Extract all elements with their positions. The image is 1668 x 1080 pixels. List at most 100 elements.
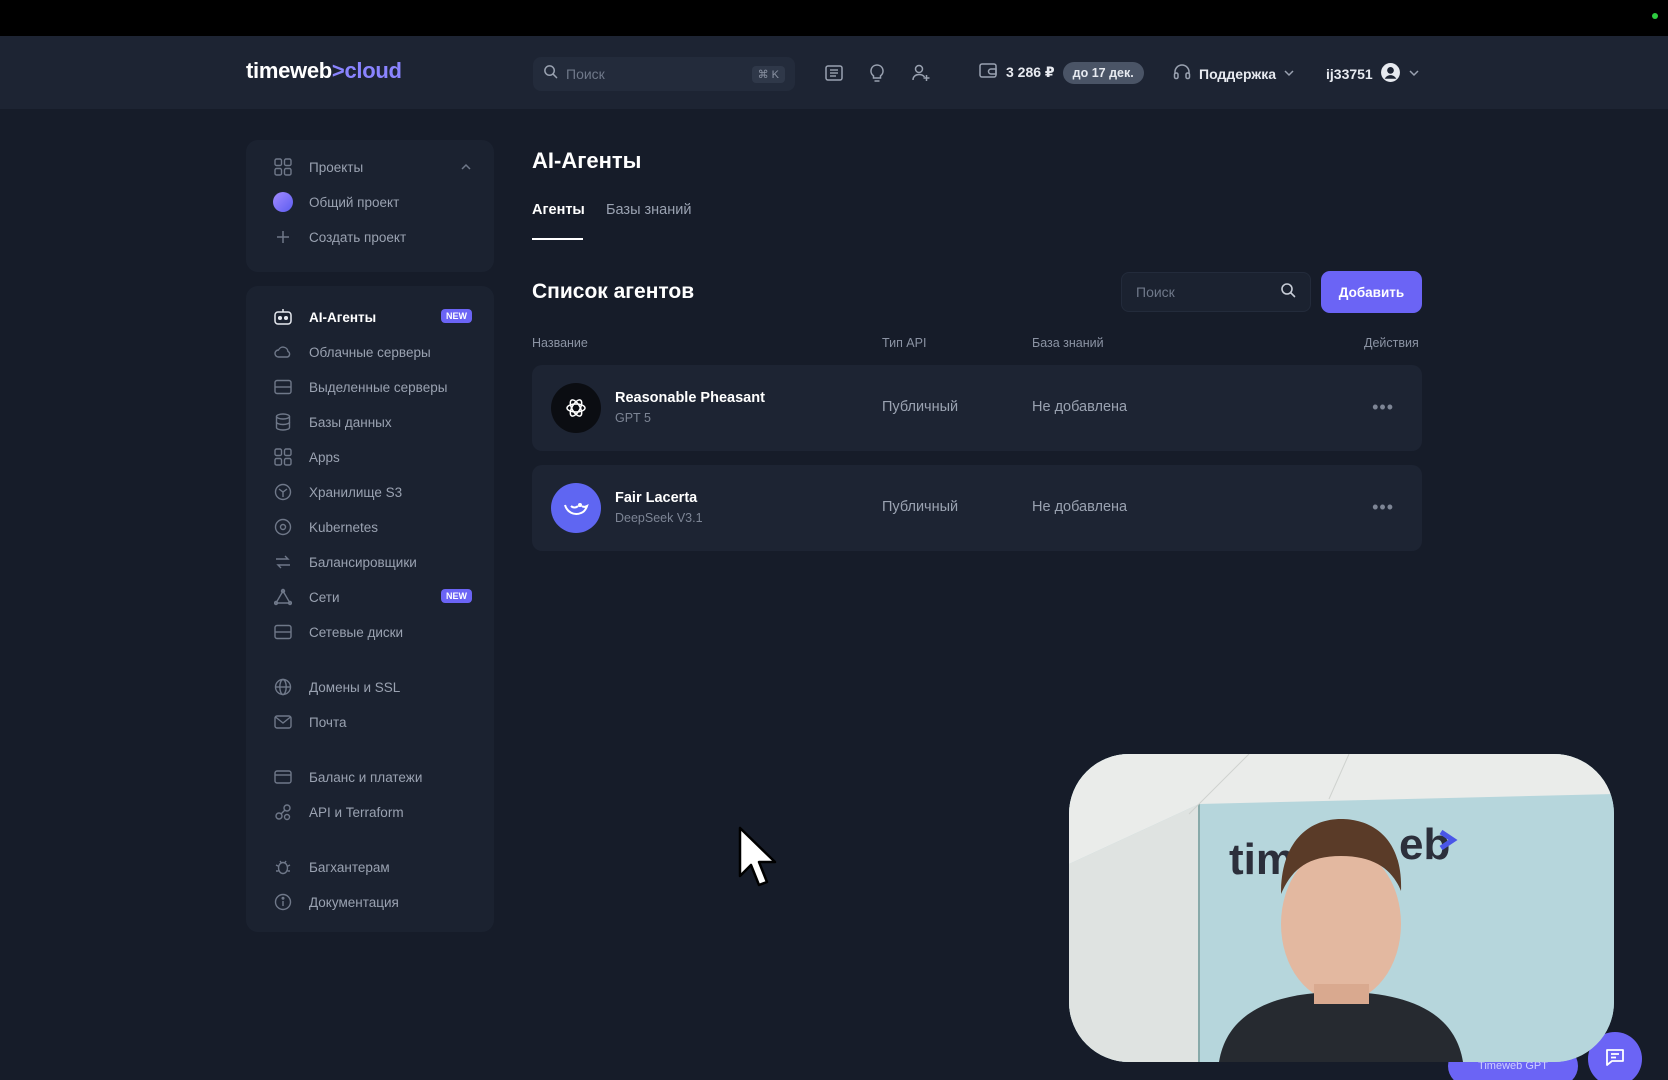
balance-until-badge: до 17 дек. — [1062, 61, 1144, 84]
sidebar-item-label: Хранилище S3 — [309, 484, 403, 500]
more-actions-icon[interactable]: ••• — [1372, 497, 1394, 518]
chevron-down-icon — [1408, 66, 1420, 82]
chat-bubble-icon — [1603, 1045, 1627, 1074]
globe-icon — [272, 676, 294, 698]
logo-text-cloud: cloud — [344, 58, 402, 83]
column-header-api-type: Тип API — [882, 336, 927, 350]
sidebar-item-apps[interactable]: Apps — [272, 446, 472, 468]
tab-knowledge-bases[interactable]: Базы знаний — [606, 202, 691, 218]
storage-icon — [272, 481, 294, 503]
sidebar-item-s3-storage[interactable]: Хранилище S3 — [272, 481, 472, 503]
sidebar-item-kubernetes[interactable]: Kubernetes — [272, 516, 472, 538]
sidebar-create-project[interactable]: Создать проект — [272, 226, 472, 248]
sidebar-item-networks[interactable]: Сети NEW — [272, 586, 472, 608]
logo[interactable]: timeweb>cloud — [246, 58, 402, 84]
sidebar-item-domains-ssl[interactable]: Домены и SSL — [272, 676, 472, 698]
wallet-icon — [272, 766, 294, 788]
column-header-actions: Действия — [1364, 336, 1419, 350]
support-menu[interactable]: Поддержка — [1172, 62, 1295, 85]
chevron-down-icon — [1283, 66, 1295, 82]
sidebar-item-dedicated-servers[interactable]: Выделенные серверы — [272, 376, 472, 398]
agents-search-input[interactable]: Поиск — [1121, 272, 1311, 312]
apps-icon — [272, 446, 294, 468]
agents-list-title: Список агентов — [532, 280, 695, 303]
projects-panel: Проекты Общий проект Создать проект — [246, 140, 494, 272]
user-avatar-icon — [1380, 62, 1401, 86]
bug-icon — [272, 856, 294, 878]
sidebar-item-bughunters[interactable]: Багхантерам — [272, 856, 472, 878]
agent-knowledge-base: Не добавлена — [1032, 399, 1128, 415]
robot-icon — [272, 306, 294, 328]
recording-indicator — [1652, 13, 1658, 19]
sidebar-item-label: Документация — [309, 894, 399, 910]
support-label: Поддержка — [1199, 65, 1277, 82]
sidebar-item-label: Баланс и платежи — [309, 769, 423, 785]
agents-search-placeholder: Поиск — [1136, 284, 1175, 300]
search-icon — [1280, 282, 1296, 303]
agent-model: DeepSeek V3.1 — [615, 511, 703, 525]
agent-name[interactable]: Reasonable Pheasant — [615, 390, 765, 406]
sidebar-item-label: Балансировщики — [309, 554, 417, 570]
logo-text-timeweb: timeweb — [246, 58, 332, 83]
global-search-input[interactable]: Поиск ⌘ K — [533, 57, 795, 91]
sidebar-item-databases[interactable]: Базы данных — [272, 411, 472, 433]
sidebar-item-label: Apps — [309, 449, 340, 465]
cloud-icon — [272, 341, 294, 363]
headset-icon — [1172, 62, 1192, 85]
column-header-knowledge-base: База знаний — [1032, 336, 1104, 350]
sidebar-item-label: Базы данных — [309, 414, 392, 430]
top-header: timeweb>cloud Поиск ⌘ K 3 286 ₽ до 17 де… — [0, 36, 1668, 109]
sidebar-item-label: AI-Агенты — [309, 309, 377, 325]
sidebar-item-label: Домены и SSL — [309, 679, 401, 695]
balance-amount: 3 286 ₽ — [1006, 64, 1055, 80]
sidebar-item-label: API и Terraform — [309, 804, 404, 820]
search-placeholder: Поиск — [566, 66, 605, 82]
username: ij33751 — [1326, 66, 1373, 82]
more-actions-icon[interactable]: ••• — [1372, 397, 1394, 418]
search-icon — [543, 64, 558, 84]
top-black-strip — [0, 0, 1668, 36]
sidebar-project-label: Общий проект — [309, 194, 400, 210]
mouse-cursor-icon — [738, 826, 780, 893]
balancer-icon — [272, 551, 294, 573]
balance-widget[interactable]: 3 286 ₽ до 17 дек. — [978, 60, 1144, 85]
network-icon — [272, 586, 294, 608]
table-row[interactable]: Reasonable Pheasant GPT 5 Публичный Не д… — [532, 365, 1422, 451]
sidebar-item-cloud-servers[interactable]: Облачные серверы — [272, 341, 472, 363]
sidebar-projects-header[interactable]: Проекты — [272, 156, 472, 178]
sidebar-item-mail[interactable]: Почта — [272, 711, 472, 733]
sidebar-item-label: Почта — [309, 714, 347, 730]
sidebar-item-documentation[interactable]: Документация — [272, 891, 472, 913]
grid-icon — [272, 156, 294, 178]
agent-model: GPT 5 — [615, 411, 651, 425]
add-user-icon[interactable] — [910, 62, 932, 84]
kubernetes-icon — [272, 516, 294, 538]
webcam-video-frame: tim eb — [1069, 754, 1614, 1062]
info-icon — [272, 891, 294, 913]
agent-name[interactable]: Fair Lacerta — [615, 490, 697, 506]
agent-api-type: Публичный — [882, 399, 959, 415]
sidebar-item-balancers[interactable]: Балансировщики — [272, 551, 472, 573]
table-row[interactable]: Fair Lacerta DeepSeek V3.1 Публичный Не … — [532, 465, 1422, 551]
mail-icon — [272, 711, 294, 733]
wallet-icon — [978, 60, 998, 85]
logo-separator: > — [331, 58, 345, 83]
news-icon[interactable] — [823, 62, 845, 84]
sidebar-item-ai-agents[interactable]: AI-Агенты NEW — [272, 306, 472, 328]
disk-icon — [272, 621, 294, 643]
page-title: AI-Агенты — [532, 148, 642, 173]
sidebar-item-label: Сети — [309, 589, 340, 605]
sidebar-create-project-label: Создать проект — [309, 229, 407, 245]
sidebar-item-api-terraform[interactable]: API и Terraform — [272, 801, 472, 823]
sidebar-item-label: Багхантерам — [309, 859, 390, 875]
sidebar-project-common[interactable]: Общий проект — [272, 191, 472, 213]
lightbulb-icon[interactable] — [866, 62, 888, 84]
sidebar-item-label: Сетевые диски — [309, 624, 404, 640]
sidebar-item-network-disks[interactable]: Сетевые диски — [272, 621, 472, 643]
sidebar-item-label: Kubernetes — [309, 519, 379, 535]
add-agent-button[interactable]: Добавить — [1321, 271, 1422, 313]
tab-agents[interactable]: Агенты — [532, 202, 585, 218]
sidebar-item-balance-payments[interactable]: Баланс и платежи — [272, 766, 472, 788]
chevron-up-icon[interactable] — [460, 161, 472, 176]
user-menu[interactable]: ij33751 — [1326, 62, 1420, 86]
